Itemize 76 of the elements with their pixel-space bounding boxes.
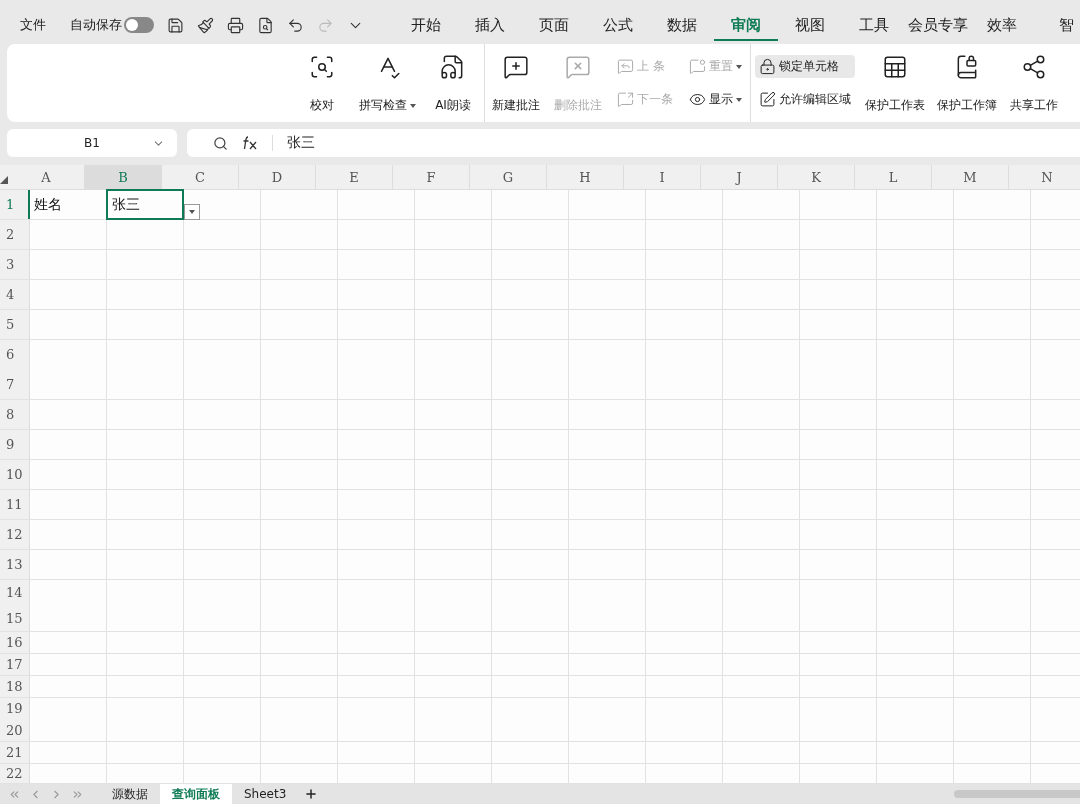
- column-header[interactable]: J: [701, 165, 778, 189]
- row-header[interactable]: 14: [6, 585, 29, 601]
- protect-sheet-icon: [882, 54, 908, 80]
- column-header[interactable]: I: [624, 165, 701, 189]
- print-icon[interactable]: [227, 16, 244, 34]
- ribbon-button[interactable]: 显示: [685, 88, 746, 111]
- formula-input[interactable]: 张三: [287, 134, 315, 152]
- save-icon[interactable]: [167, 16, 184, 34]
- caret-icon: [410, 103, 416, 108]
- caret-icon: [736, 64, 742, 69]
- ribbon-button[interactable]: AI朗读: [422, 50, 484, 116]
- row-header[interactable]: 7: [6, 376, 29, 392]
- sheet-tab[interactable]: Sheet3: [232, 784, 299, 804]
- ribbon-button[interactable]: 保护工作表: [859, 50, 931, 116]
- add-sheet-icon[interactable]: [304, 787, 319, 801]
- brush-icon[interactable]: [197, 16, 214, 34]
- ribbon-tab[interactable]: 数据: [650, 9, 714, 41]
- column-header[interactable]: H: [547, 165, 624, 189]
- ribbon-button[interactable]: 保护工作簿: [931, 50, 1003, 116]
- ribbon-button[interactable]: 新建批注: [485, 50, 547, 116]
- column-header[interactable]: K: [778, 165, 855, 189]
- ribbon-button[interactable]: 允许编辑区域: [755, 88, 855, 111]
- ribbon-tab[interactable]: 公式: [586, 9, 650, 41]
- autosave-label: 自动保存: [70, 16, 122, 34]
- ribbon-tab[interactable]: 审阅: [714, 9, 778, 41]
- lock-icon: [759, 58, 776, 75]
- selected-cell[interactable]: 张三: [106, 189, 184, 220]
- caret-icon: [189, 210, 195, 214]
- print-preview-icon[interactable]: [257, 16, 274, 34]
- zoom-icon[interactable]: [213, 135, 228, 151]
- name-box[interactable]: B1: [7, 129, 177, 157]
- file-menu[interactable]: 文件: [20, 16, 46, 34]
- proofread-icon: [309, 54, 335, 80]
- next-comment-icon: [617, 91, 634, 108]
- ribbon-button[interactable]: 拼写检查: [353, 50, 422, 116]
- row-header[interactable]: 19: [6, 701, 29, 717]
- ribbon-button[interactable]: 共享工作: [1003, 50, 1065, 116]
- column-header[interactable]: C: [162, 165, 239, 189]
- column-header[interactable]: N: [1009, 165, 1080, 189]
- row-header[interactable]: 6: [6, 347, 29, 363]
- show-icon: [689, 91, 706, 108]
- undo-icon[interactable]: [287, 16, 304, 34]
- ribbon-tab[interactable]: 智: [1034, 9, 1080, 41]
- edit-range-icon: [759, 91, 776, 108]
- ribbon-tab[interactable]: 插入: [458, 9, 522, 41]
- sheet-tab[interactable]: 查询面板: [160, 784, 232, 804]
- column-header[interactable]: M: [932, 165, 1009, 189]
- column-header[interactable]: B: [85, 165, 162, 189]
- caret-icon: [736, 97, 742, 102]
- delete-comment-icon: [565, 54, 591, 80]
- table-cell-text: 姓名: [33, 195, 62, 214]
- ribbon-button[interactable]: 校对: [291, 50, 353, 116]
- horizontal-scrollbar[interactable]: [954, 790, 1080, 798]
- function-icon[interactable]: [242, 136, 258, 150]
- column-header[interactable]: L: [855, 165, 932, 189]
- autosave-toggle[interactable]: [124, 17, 154, 33]
- row-header[interactable]: 20: [6, 722, 29, 738]
- column-header[interactable]: G: [470, 165, 547, 189]
- previous-comment-icon: [617, 58, 634, 75]
- dropdown-button[interactable]: [184, 204, 200, 220]
- ribbon-tab[interactable]: 工具: [842, 9, 906, 41]
- ribbon-button[interactable]: 锁定单元格: [755, 55, 855, 78]
- ribbon-tab[interactable]: 效率: [970, 9, 1034, 41]
- column-header[interactable]: F: [393, 165, 470, 189]
- share-icon: [1021, 54, 1047, 80]
- column-header[interactable]: D: [239, 165, 316, 189]
- column-header[interactable]: E: [316, 165, 393, 189]
- new-comment-icon: [503, 54, 529, 80]
- reset-icon: [689, 58, 706, 75]
- ribbon-tab[interactable]: 开始: [394, 9, 458, 41]
- ribbon-tab[interactable]: 页面: [522, 9, 586, 41]
- ribbon-tab[interactable]: 视图: [778, 9, 842, 41]
- sheet-tab[interactable]: 源数据: [100, 784, 160, 804]
- select-all-icon[interactable]: [0, 176, 8, 184]
- row-header[interactable]: 15: [6, 610, 29, 626]
- ribbon-tab[interactable]: 会员专享: [906, 9, 970, 41]
